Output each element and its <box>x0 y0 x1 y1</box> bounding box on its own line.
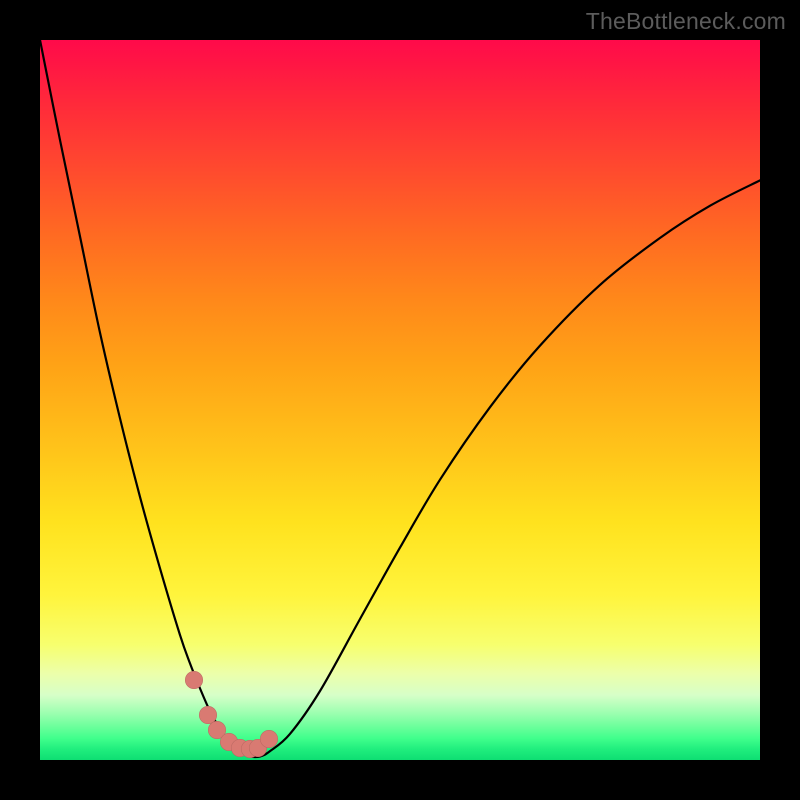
chart-stage: TheBottleneck.com <box>0 0 800 800</box>
curve-layer <box>40 40 760 760</box>
watermark-text: TheBottleneck.com <box>586 8 786 35</box>
highlight-marker <box>260 730 278 748</box>
plot-area <box>40 40 760 760</box>
bottleneck-curve <box>40 40 760 757</box>
